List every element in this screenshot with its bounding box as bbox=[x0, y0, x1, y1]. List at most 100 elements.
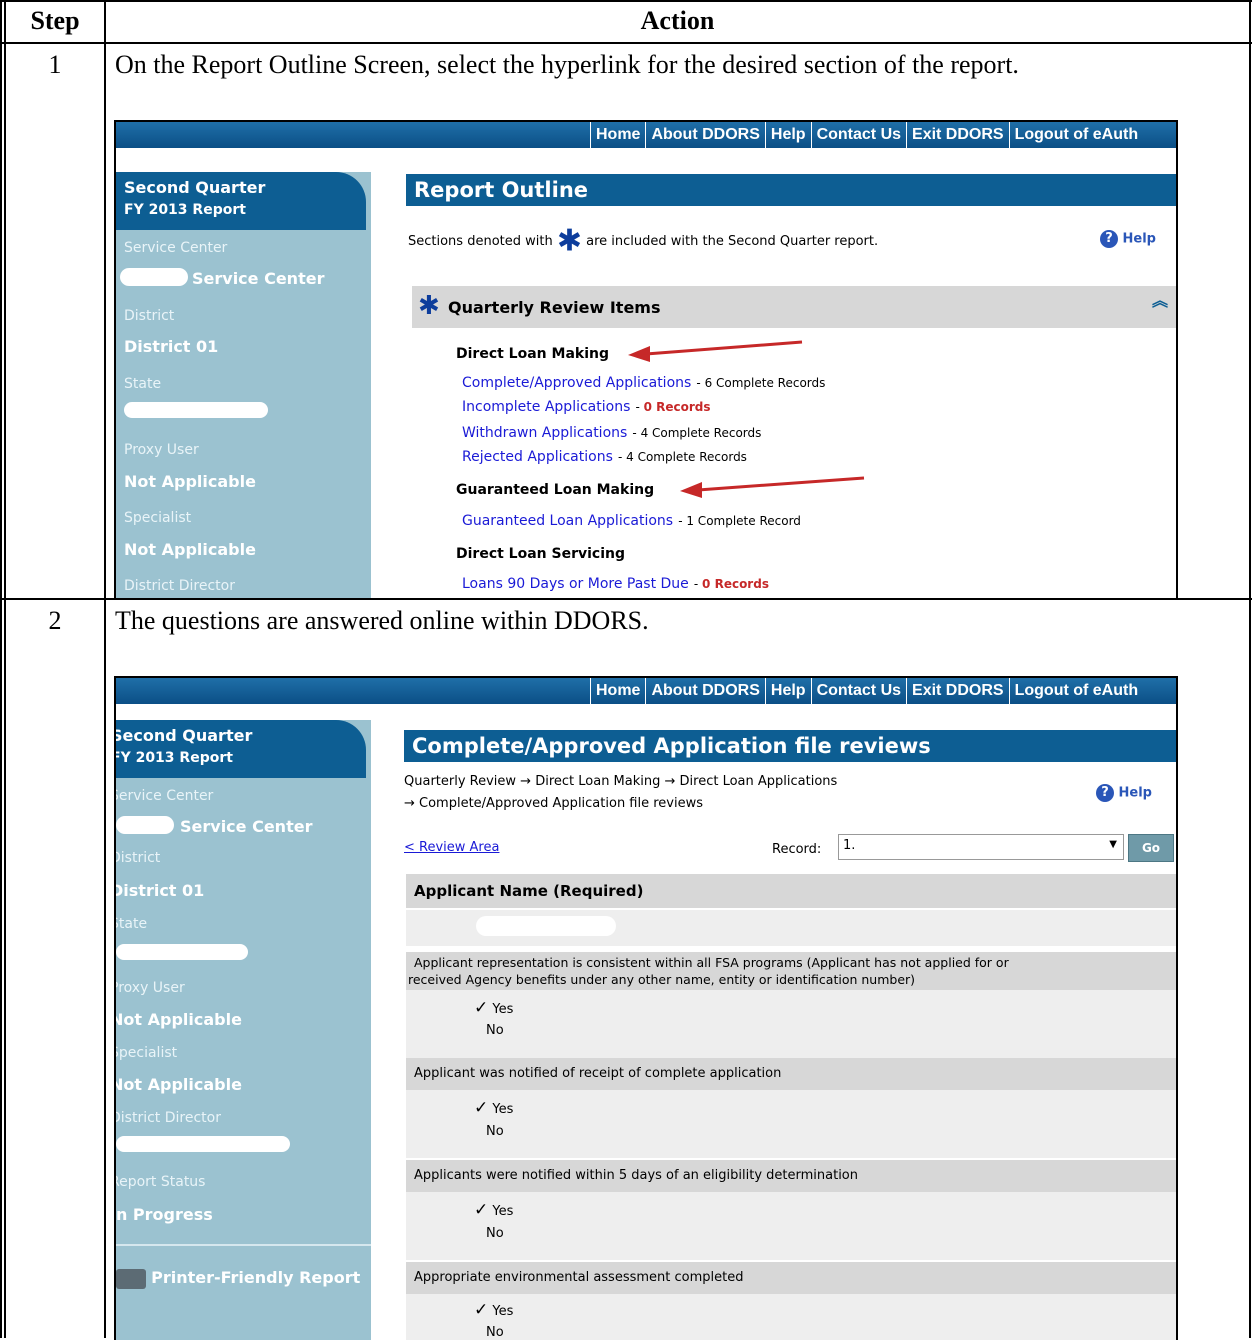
record-select[interactable]: 1. ▼ bbox=[838, 834, 1124, 860]
district-label: District bbox=[124, 308, 175, 324]
screenshot-file-reviews: Home About DDORS Help Contact Us Exit DD… bbox=[114, 676, 1178, 1340]
asterisk-icon: ✱ bbox=[418, 291, 440, 321]
no-option[interactable]: No bbox=[486, 1124, 504, 1139]
asterisk-icon: ✱ bbox=[556, 223, 582, 259]
table-border-left bbox=[0, 0, 2, 1338]
district-label: District bbox=[114, 850, 161, 866]
loans-past-due-link[interactable]: Loans 90 Days or More Past Due bbox=[462, 576, 689, 592]
screenshot-report-outline: Home About DDORS Help Contact Us Exit DD… bbox=[114, 120, 1178, 600]
quarterly-review-bar[interactable]: ✱ Quarterly Review Items ︽ bbox=[412, 286, 1176, 328]
help-icon: ? bbox=[1100, 230, 1118, 248]
service-center-label: Service Center bbox=[124, 240, 228, 256]
nav-about[interactable]: About DDORS bbox=[645, 122, 764, 148]
direct-loan-servicing-heading: Direct Loan Servicing bbox=[456, 546, 626, 562]
list-item: Withdrawn Applications - 4 Complete Reco… bbox=[462, 425, 762, 441]
check-icon: ✓ bbox=[474, 1098, 489, 1118]
proxy-user-value: Not Applicable bbox=[114, 1010, 242, 1029]
list-item: Loans 90 Days or More Past Due - 0 Recor… bbox=[462, 576, 769, 592]
table-border-top bbox=[0, 0, 1252, 2]
rejected-link[interactable]: Rejected Applications bbox=[462, 449, 613, 465]
service-center-value: Service Center bbox=[192, 269, 325, 288]
complete-approved-link[interactable]: Complete/Approved Applications bbox=[462, 375, 691, 391]
page-title: Report Outline bbox=[406, 174, 1176, 206]
red-arrow-icon bbox=[680, 476, 865, 498]
specialist-label: Specialist bbox=[114, 1045, 178, 1061]
answer-area bbox=[406, 1294, 1176, 1340]
help-link[interactable]: ? Help bbox=[1100, 230, 1156, 248]
nav-exit[interactable]: Exit DDORS bbox=[906, 678, 1009, 704]
district-director-label: District Director bbox=[114, 1110, 221, 1126]
incomplete-link[interactable]: Incomplete Applications bbox=[462, 399, 630, 415]
redaction bbox=[120, 268, 188, 286]
review-area-link[interactable]: < Review Area bbox=[404, 840, 499, 855]
nav-contact[interactable]: Contact Us bbox=[810, 678, 906, 704]
check-icon: ✓ bbox=[474, 998, 489, 1018]
service-center-value: Service Center bbox=[180, 817, 313, 836]
check-icon: ✓ bbox=[474, 1200, 489, 1220]
withdrawn-link[interactable]: Withdrawn Applications bbox=[462, 425, 627, 441]
answer-area bbox=[406, 990, 1176, 1060]
go-button[interactable]: Go bbox=[1128, 834, 1174, 862]
question-heading: Appropriate environmental assessment com… bbox=[406, 1262, 1176, 1294]
redaction bbox=[116, 944, 248, 960]
specialist-value: Not Applicable bbox=[124, 540, 256, 559]
step-action-text: On the Report Outline Screen, select the… bbox=[115, 50, 1019, 79]
quarterly-review-heading: Quarterly Review Items bbox=[448, 298, 661, 317]
guaranteed-loan-making-heading: Guaranteed Loan Making bbox=[456, 482, 655, 498]
yes-option[interactable]: ✓ Yes bbox=[474, 1300, 513, 1320]
yes-option[interactable]: ✓ Yes bbox=[474, 1200, 513, 1220]
question-heading: Applicant representation is consistent w… bbox=[406, 952, 1176, 992]
step-number: 1 bbox=[48, 50, 62, 79]
nav-logout[interactable]: Logout of eAuth bbox=[1008, 678, 1144, 704]
district-value: District 01 bbox=[124, 337, 219, 356]
step-action-text: The questions are answered online within… bbox=[115, 606, 649, 635]
nav-help[interactable]: Help bbox=[764, 678, 811, 704]
redaction bbox=[476, 916, 616, 936]
direct-loan-making-heading: Direct Loan Making bbox=[456, 346, 609, 362]
report-status-value: In Progress bbox=[114, 1205, 213, 1224]
specialist-label: Specialist bbox=[124, 510, 192, 526]
list-item: Complete/Approved Applications - 6 Compl… bbox=[462, 375, 826, 391]
no-option[interactable]: No bbox=[486, 1226, 504, 1241]
step-number: 2 bbox=[48, 606, 62, 635]
yes-option[interactable]: ✓ Yes bbox=[474, 998, 513, 1018]
list-item: Incomplete Applications - 0 Records bbox=[462, 399, 711, 415]
answer-area bbox=[406, 1192, 1176, 1260]
nav-home[interactable]: Home bbox=[590, 678, 645, 704]
record-label: Record: bbox=[772, 842, 822, 857]
nav-contact[interactable]: Contact Us bbox=[810, 122, 906, 148]
nav-home[interactable]: Home bbox=[590, 122, 645, 148]
nav-logout[interactable]: Logout of eAuth bbox=[1008, 122, 1144, 148]
printer-icon bbox=[116, 1268, 146, 1289]
yes-option[interactable]: ✓ Yes bbox=[474, 1098, 513, 1118]
list-item: Rejected Applications - 4 Complete Recor… bbox=[462, 449, 747, 465]
applicant-name-heading: Applicant Name (Required) bbox=[406, 874, 1176, 908]
guaranteed-applications-link[interactable]: Guaranteed Loan Applications bbox=[462, 513, 673, 529]
list-item: Guaranteed Loan Applications - 1 Complet… bbox=[462, 513, 801, 529]
header-step: Step bbox=[30, 6, 80, 35]
question-heading: Applicants were notified within 5 days o… bbox=[406, 1160, 1176, 1192]
help-icon: ? bbox=[1096, 784, 1114, 802]
nav-exit[interactable]: Exit DDORS bbox=[906, 122, 1009, 148]
red-arrow-icon bbox=[628, 340, 803, 362]
nav-about[interactable]: About DDORS bbox=[645, 678, 764, 704]
sidebar-title: Second Quarter FY 2013 Report bbox=[116, 172, 366, 230]
help-link[interactable]: ? Help bbox=[1096, 784, 1152, 802]
proxy-user-value: Not Applicable bbox=[124, 472, 256, 491]
answer-area bbox=[406, 1090, 1176, 1158]
state-label: State bbox=[124, 376, 162, 392]
top-nav-links: Home About DDORS Help Contact Us Exit DD… bbox=[590, 678, 1143, 704]
district-director-label: District Director bbox=[124, 578, 235, 594]
proxy-user-label: Proxy User bbox=[114, 980, 185, 996]
nav-help[interactable]: Help bbox=[764, 122, 811, 148]
check-icon: ✓ bbox=[474, 1300, 489, 1320]
collapse-icon[interactable]: ︽ bbox=[1152, 293, 1168, 309]
header-action: Action bbox=[640, 6, 715, 35]
breadcrumb: Quarterly Review → Direct Loan Making → … bbox=[404, 774, 838, 789]
applicant-name-field bbox=[406, 910, 1176, 946]
proxy-user-label: Proxy User bbox=[124, 442, 199, 458]
state-label: State bbox=[116, 916, 148, 932]
printer-friendly-link[interactable]: Printer-Friendly Report bbox=[116, 1268, 360, 1289]
no-option[interactable]: No bbox=[486, 1023, 504, 1038]
table-header-divider bbox=[0, 42, 1252, 44]
